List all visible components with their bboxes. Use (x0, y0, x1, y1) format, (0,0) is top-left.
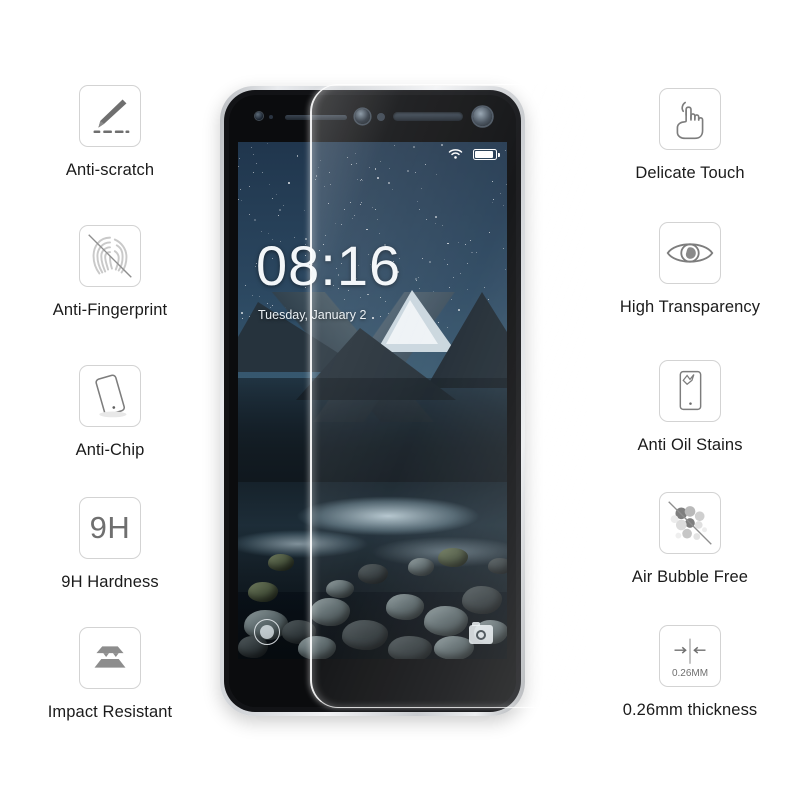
unlock-ring-icon[interactable] (254, 619, 280, 645)
bubbles-slashed-icon (659, 492, 721, 554)
flash-ring-icon (473, 107, 492, 126)
tapping-hand-icon-glyph (676, 101, 704, 140)
fingerprint-slashed-icon (79, 225, 141, 287)
phone-oil-drop-icon-glyph (679, 370, 702, 411)
wallpaper-rock (386, 594, 424, 620)
earpiece-speaker-icon (285, 115, 347, 120)
phone-screen[interactable]: 08:16 Tuesday, January 2 (238, 142, 507, 659)
stacked-layers-icon-glyph (94, 646, 126, 668)
status-bar (238, 142, 507, 164)
feature-label: Delicate Touch (635, 164, 745, 182)
feature-label: Air Bubble Free (631, 568, 749, 586)
feature-air-bubble-free: Air Bubble Free (580, 492, 800, 587)
phone-top-hardware (229, 95, 516, 142)
feature-anti-scratch: Anti-scratch (0, 85, 220, 180)
eye-icon (659, 222, 721, 284)
feature-high-transparency: High Transparency (580, 222, 800, 317)
feature-label: Impact Resistant (47, 703, 173, 721)
lockscreen-clock: 08:16 (256, 234, 402, 297)
feature-anti-chip: Anti-Chip (0, 365, 220, 460)
stacked-layers-icon (79, 627, 141, 689)
product-feature-graphic: Anti-scratch Anti-Fingerprint Anti-Chip … (0, 0, 800, 800)
wallpaper-rock (310, 598, 350, 626)
lockscreen-date: Tuesday, January 2 (258, 308, 367, 322)
wallpaper-rock (298, 636, 336, 659)
feature-anti-oil-stains: Anti Oil Stains (580, 360, 800, 455)
wifi-icon (448, 147, 463, 165)
feature-label: 0.26mm thickness (622, 701, 758, 719)
wallpaper-rock (438, 548, 468, 567)
9h-badge-icon: 9H (79, 497, 141, 559)
wallpaper-rock (408, 558, 434, 576)
thickness-arrows-icon: 0.26MM (659, 625, 721, 687)
feature-column-right: Delicate Touch High Transparency Anti Oi… (580, 0, 800, 800)
camera-icon[interactable] (469, 622, 493, 644)
wallpaper-rock (268, 554, 294, 571)
wallpaper-rock (342, 620, 388, 650)
thickness-value-text: 0.26MM (671, 668, 709, 679)
feature-delicate-touch: Delicate Touch (580, 88, 800, 183)
phone-oil-drop-icon (659, 360, 721, 422)
phone-chin (229, 659, 516, 707)
wallpaper-rock (424, 606, 468, 636)
tilted-phone-icon (79, 365, 141, 427)
knife-scratch-icon-glyph (93, 99, 130, 134)
feature-label: 9H Hardness (61, 573, 159, 591)
feature-label: High Transparency (619, 298, 761, 316)
phone-bezel: 08:16 Tuesday, January 2 (229, 95, 516, 707)
battery-icon (473, 149, 500, 160)
phone-body: 08:16 Tuesday, January 2 (220, 86, 525, 716)
tilted-phone-icon-glyph (95, 374, 127, 418)
smartphone-mockup: 08:16 Tuesday, January 2 (205, 78, 545, 728)
feature-label: Anti-Fingerprint (52, 301, 168, 319)
bubbles-slashed-icon-glyph (668, 501, 712, 545)
light-sensor-icon (377, 113, 385, 121)
proximity-sensor-icon (269, 115, 273, 119)
wallpaper-rock (358, 564, 388, 584)
feature-impact-resistant: Impact Resistant (0, 627, 220, 722)
front-camera-lens-icon (355, 109, 370, 124)
wallpaper-rock (434, 636, 474, 659)
wallpaper-rock (248, 582, 278, 602)
fingerprint-slashed-icon-glyph (88, 234, 132, 278)
speaker-grille-icon (393, 112, 463, 121)
feature-9h-hardness: 9H 9H Hardness (0, 497, 220, 592)
9h-badge-text: 9H (89, 510, 131, 545)
wallpaper-rocks (238, 524, 507, 659)
phone-frame-inner: 08:16 Tuesday, January 2 (224, 90, 521, 712)
feature-label: Anti-scratch (65, 161, 155, 179)
feature-column-left: Anti-scratch Anti-Fingerprint Anti-Chip … (0, 0, 220, 800)
tapping-hand-icon (659, 88, 721, 150)
feature-thickness: 0.26MM 0.26mm thickness (580, 625, 800, 720)
feature-anti-fingerprint: Anti-Fingerprint (0, 225, 220, 320)
wallpaper-rock (462, 586, 502, 614)
feature-label: Anti Oil Stains (637, 436, 743, 454)
front-camera-icon (255, 112, 263, 120)
wallpaper-rock (388, 636, 432, 659)
feature-label: Anti-Chip (75, 441, 145, 459)
knife-scratch-icon (79, 85, 141, 147)
wallpaper-rock (488, 558, 507, 574)
eye-icon-glyph (666, 243, 714, 263)
wallpaper-rock (326, 580, 354, 598)
